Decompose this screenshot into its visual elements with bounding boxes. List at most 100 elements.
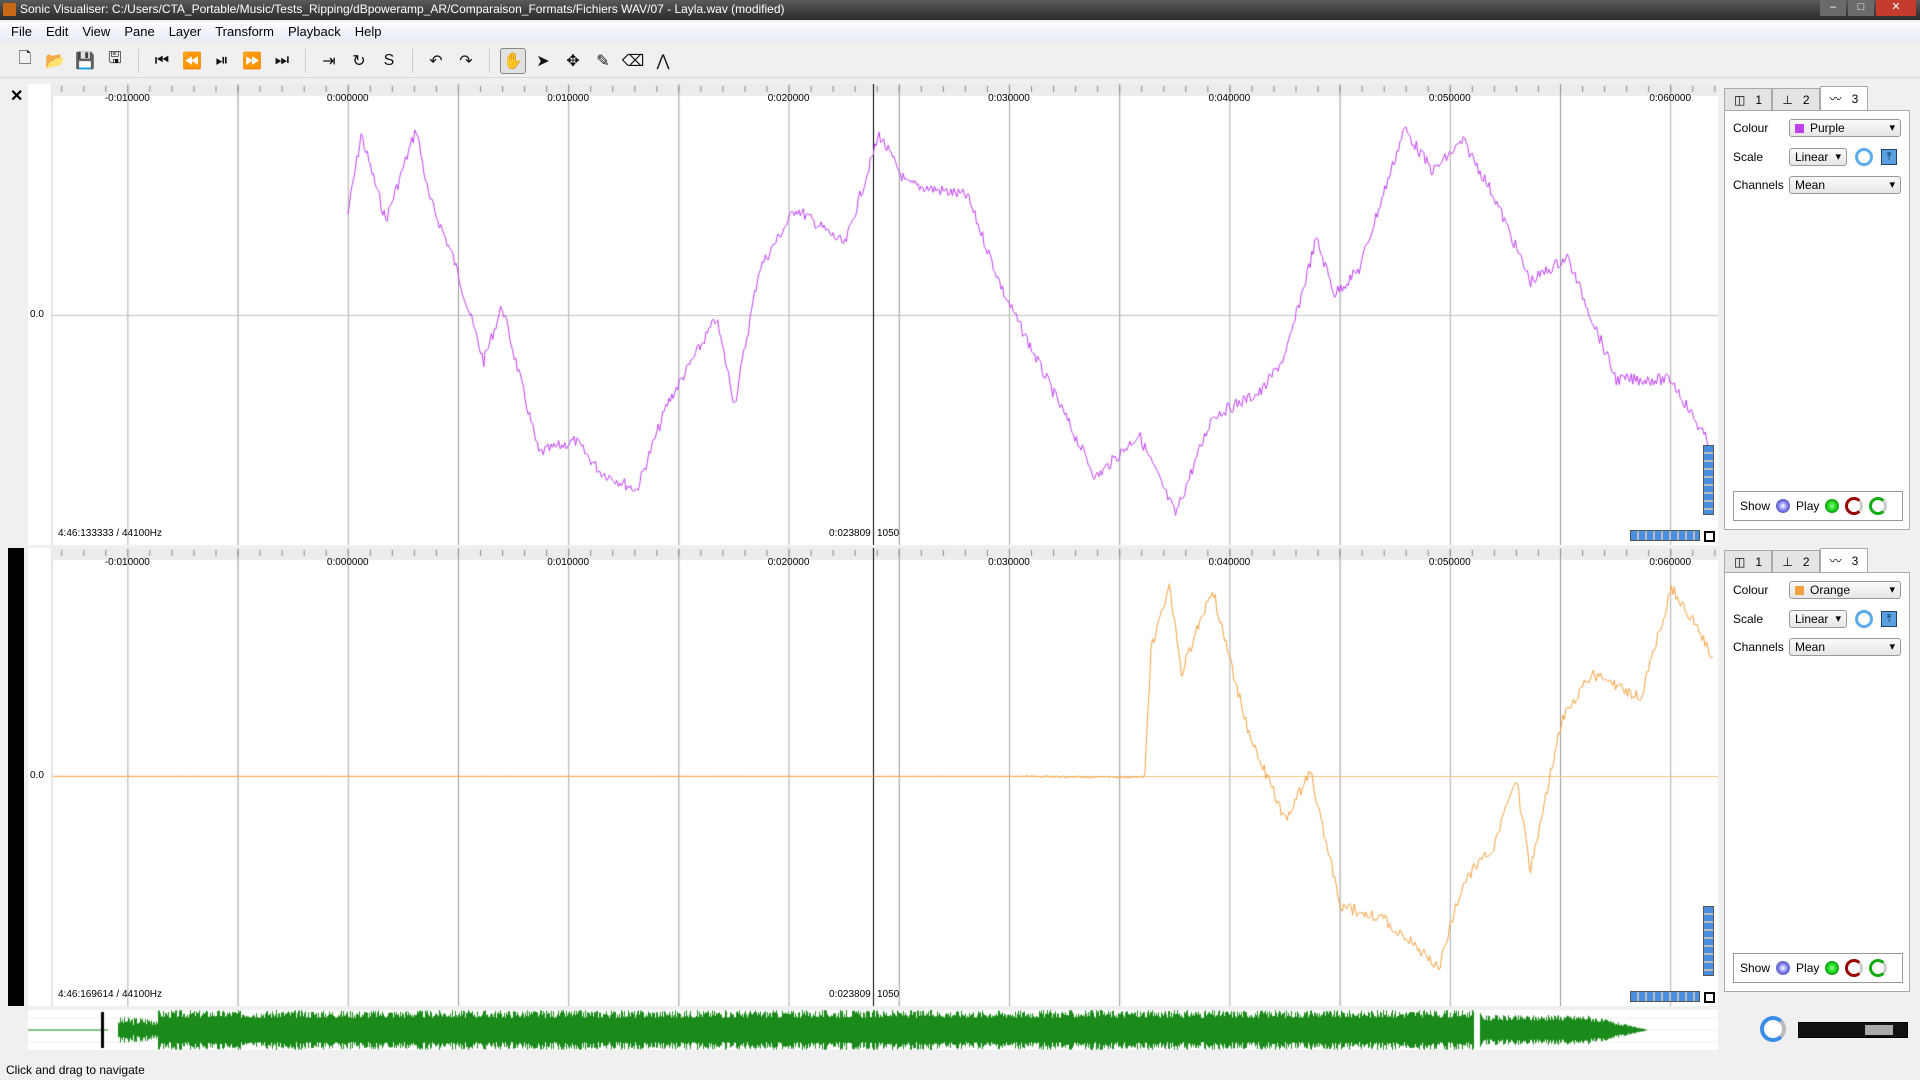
layer-property-box: Colour Purple Scale Linear ⤒ Channels Mean S… bbox=[1724, 110, 1910, 530]
normalize-button[interactable]: ⤒ bbox=[1881, 611, 1897, 627]
playback-gain-knob[interactable] bbox=[1845, 959, 1864, 977]
vertical-zoom-slider[interactable] bbox=[1703, 906, 1714, 976]
menu-playback[interactable]: Playback bbox=[281, 22, 348, 42]
move-icon: ✥ bbox=[566, 52, 580, 70]
layer-tab-2[interactable]: ⊥ 2 bbox=[1772, 88, 1820, 110]
rewind-start-button[interactable]: ⏮ bbox=[149, 48, 175, 74]
playback-speed-knob[interactable] bbox=[1760, 1016, 1786, 1042]
waveform-pane-2[interactable]: ✕ 0.0 4:46:169614 / 44100Hz 0:023809 105… bbox=[0, 548, 1718, 1006]
loop-icon: ↻ bbox=[352, 52, 366, 70]
play-pause-icon: ⏯ bbox=[215, 51, 229, 69]
loop-button[interactable]: ↻ bbox=[346, 48, 372, 74]
measure-icon: ⋀ bbox=[656, 52, 670, 70]
open-button[interactable]: 📂 bbox=[42, 48, 68, 74]
undo-button[interactable]: ↶ bbox=[423, 48, 449, 74]
menu-edit[interactable]: Edit bbox=[39, 22, 75, 42]
toolbar-separator bbox=[305, 48, 306, 73]
colour-dropdown[interactable]: Purple bbox=[1789, 119, 1901, 137]
ffwd-end-icon: ⏭ bbox=[274, 51, 290, 69]
layer-property-box: Colour Orange Scale Linear ⤒ Channels Mean S… bbox=[1724, 572, 1910, 992]
menu-help[interactable]: Help bbox=[348, 22, 389, 42]
menu-layer[interactable]: Layer bbox=[162, 22, 209, 42]
rewind-icon: ⏪ bbox=[182, 52, 202, 70]
erase-button[interactable]: ⌫ bbox=[620, 48, 646, 74]
layer-tab-3[interactable]: 〰 3 bbox=[1820, 86, 1868, 110]
playback-pan-knob[interactable] bbox=[1869, 959, 1888, 977]
menu-pane[interactable]: Pane bbox=[117, 22, 161, 42]
channels-dropdown[interactable]: Mean bbox=[1789, 638, 1901, 656]
redo-button[interactable]: ↷ bbox=[453, 48, 479, 74]
scale-dropdown[interactable]: Linear bbox=[1789, 148, 1847, 166]
channels-dropdown[interactable]: Mean bbox=[1789, 176, 1901, 194]
time-tick-label: 0:040000 bbox=[1208, 557, 1251, 568]
horizontal-zoom-slider[interactable] bbox=[1630, 991, 1700, 1002]
navigate-hand-button[interactable]: ✋ bbox=[500, 47, 526, 74]
solo-button[interactable]: S bbox=[376, 48, 402, 74]
reset-zoom-button[interactable] bbox=[1704, 992, 1715, 1003]
time-tick-label: 0:040000 bbox=[1208, 93, 1251, 104]
scale-dropdown[interactable]: Linear bbox=[1789, 610, 1847, 628]
layer-tab-1[interactable]: ◫ 1 bbox=[1724, 88, 1772, 110]
time-tick-label: 0:000000 bbox=[326, 557, 369, 568]
play-pause-button[interactable]: ⏯ bbox=[209, 48, 235, 74]
rewind-button[interactable]: ⏪ bbox=[179, 48, 205, 74]
redo-icon: ↷ bbox=[459, 52, 473, 70]
ruler-icon: ⊥ bbox=[1782, 554, 1793, 569]
time-tick-label: 0:020000 bbox=[767, 557, 810, 568]
waveform-pane-1[interactable]: ✕ 0.0 4:46:133333 / 44100Hz 0:023809 105… bbox=[0, 84, 1718, 545]
channels-label: Channels bbox=[1733, 178, 1784, 192]
ffwd-end-button[interactable]: ⏭ bbox=[269, 48, 295, 74]
menu-view[interactable]: View bbox=[75, 22, 117, 42]
select-arrow-button[interactable]: ➤ bbox=[530, 48, 556, 74]
vertical-zoom-slider[interactable] bbox=[1703, 445, 1714, 515]
layer-tab-2[interactable]: ⊥ 2 bbox=[1772, 550, 1820, 572]
play-toggle[interactable] bbox=[1825, 499, 1840, 513]
save-button[interactable]: 💾 bbox=[72, 48, 98, 74]
layer-tab-1[interactable]: ◫ 1 bbox=[1724, 550, 1772, 572]
time-tick-label: 0:050000 bbox=[1428, 557, 1471, 568]
solo-icon: S bbox=[383, 51, 395, 69]
menu-transform[interactable]: Transform bbox=[208, 22, 281, 42]
sample-rate-info: 4:46:133333 / 44100Hz bbox=[58, 528, 162, 539]
overview-navigator[interactable] bbox=[28, 1010, 1718, 1050]
show-label: Show bbox=[1740, 961, 1771, 975]
save-session-icon: 🖫 bbox=[108, 50, 122, 67]
save-session-button[interactable]: 🖫 bbox=[102, 48, 128, 74]
show-toggle[interactable] bbox=[1776, 961, 1791, 975]
playback-gain-knob[interactable] bbox=[1845, 497, 1864, 515]
time-tick-label: 0:010000 bbox=[547, 557, 590, 568]
colour-swatch bbox=[1795, 585, 1804, 595]
horizontal-zoom-slider[interactable] bbox=[1630, 530, 1700, 541]
reset-zoom-button[interactable] bbox=[1704, 531, 1715, 542]
play-toggle[interactable] bbox=[1825, 961, 1840, 975]
gain-knob[interactable] bbox=[1855, 610, 1873, 628]
waveform-canvas[interactable] bbox=[0, 548, 1718, 1006]
normalize-button[interactable]: ⤒ bbox=[1881, 149, 1897, 165]
show-play-box: Show Play bbox=[1733, 491, 1903, 521]
time-tick-label: 0:030000 bbox=[988, 93, 1030, 104]
volume-meter[interactable] bbox=[1798, 1022, 1908, 1038]
new-file-icon: 🗋 bbox=[18, 50, 32, 67]
waveform-canvas[interactable] bbox=[0, 84, 1718, 545]
show-toggle[interactable] bbox=[1776, 499, 1791, 513]
playback-pan-knob[interactable] bbox=[1869, 497, 1888, 515]
close-window-button[interactable]: ✕ bbox=[1876, 0, 1916, 16]
scale-label: Scale bbox=[1733, 612, 1764, 626]
maximize-button[interactable]: □ bbox=[1848, 0, 1874, 16]
play-selection-button[interactable]: ⇥ bbox=[316, 48, 342, 74]
layer-tab-3[interactable]: 〰 3 bbox=[1820, 548, 1868, 572]
colour-dropdown[interactable]: Orange bbox=[1789, 581, 1901, 599]
gain-knob[interactable] bbox=[1855, 148, 1873, 166]
cursor-time: 0:023809 bbox=[829, 528, 871, 539]
pane-icon: ◫ bbox=[1733, 554, 1746, 569]
fast-forward-button[interactable]: ⏩ bbox=[239, 48, 265, 74]
draw-pencil-icon: ✎ bbox=[596, 52, 610, 70]
menu-file[interactable]: File bbox=[4, 22, 39, 42]
pane-icon: ◫ bbox=[1733, 92, 1746, 107]
new-file-button[interactable]: 🗋 bbox=[12, 48, 38, 74]
cursor-frame: 1050 bbox=[877, 989, 900, 1000]
minimize-button[interactable]: – bbox=[1820, 0, 1846, 16]
move-button[interactable]: ✥ bbox=[560, 48, 586, 74]
measure-button[interactable]: ⋀ bbox=[650, 48, 676, 74]
draw-pencil-button[interactable]: ✎ bbox=[590, 48, 616, 74]
